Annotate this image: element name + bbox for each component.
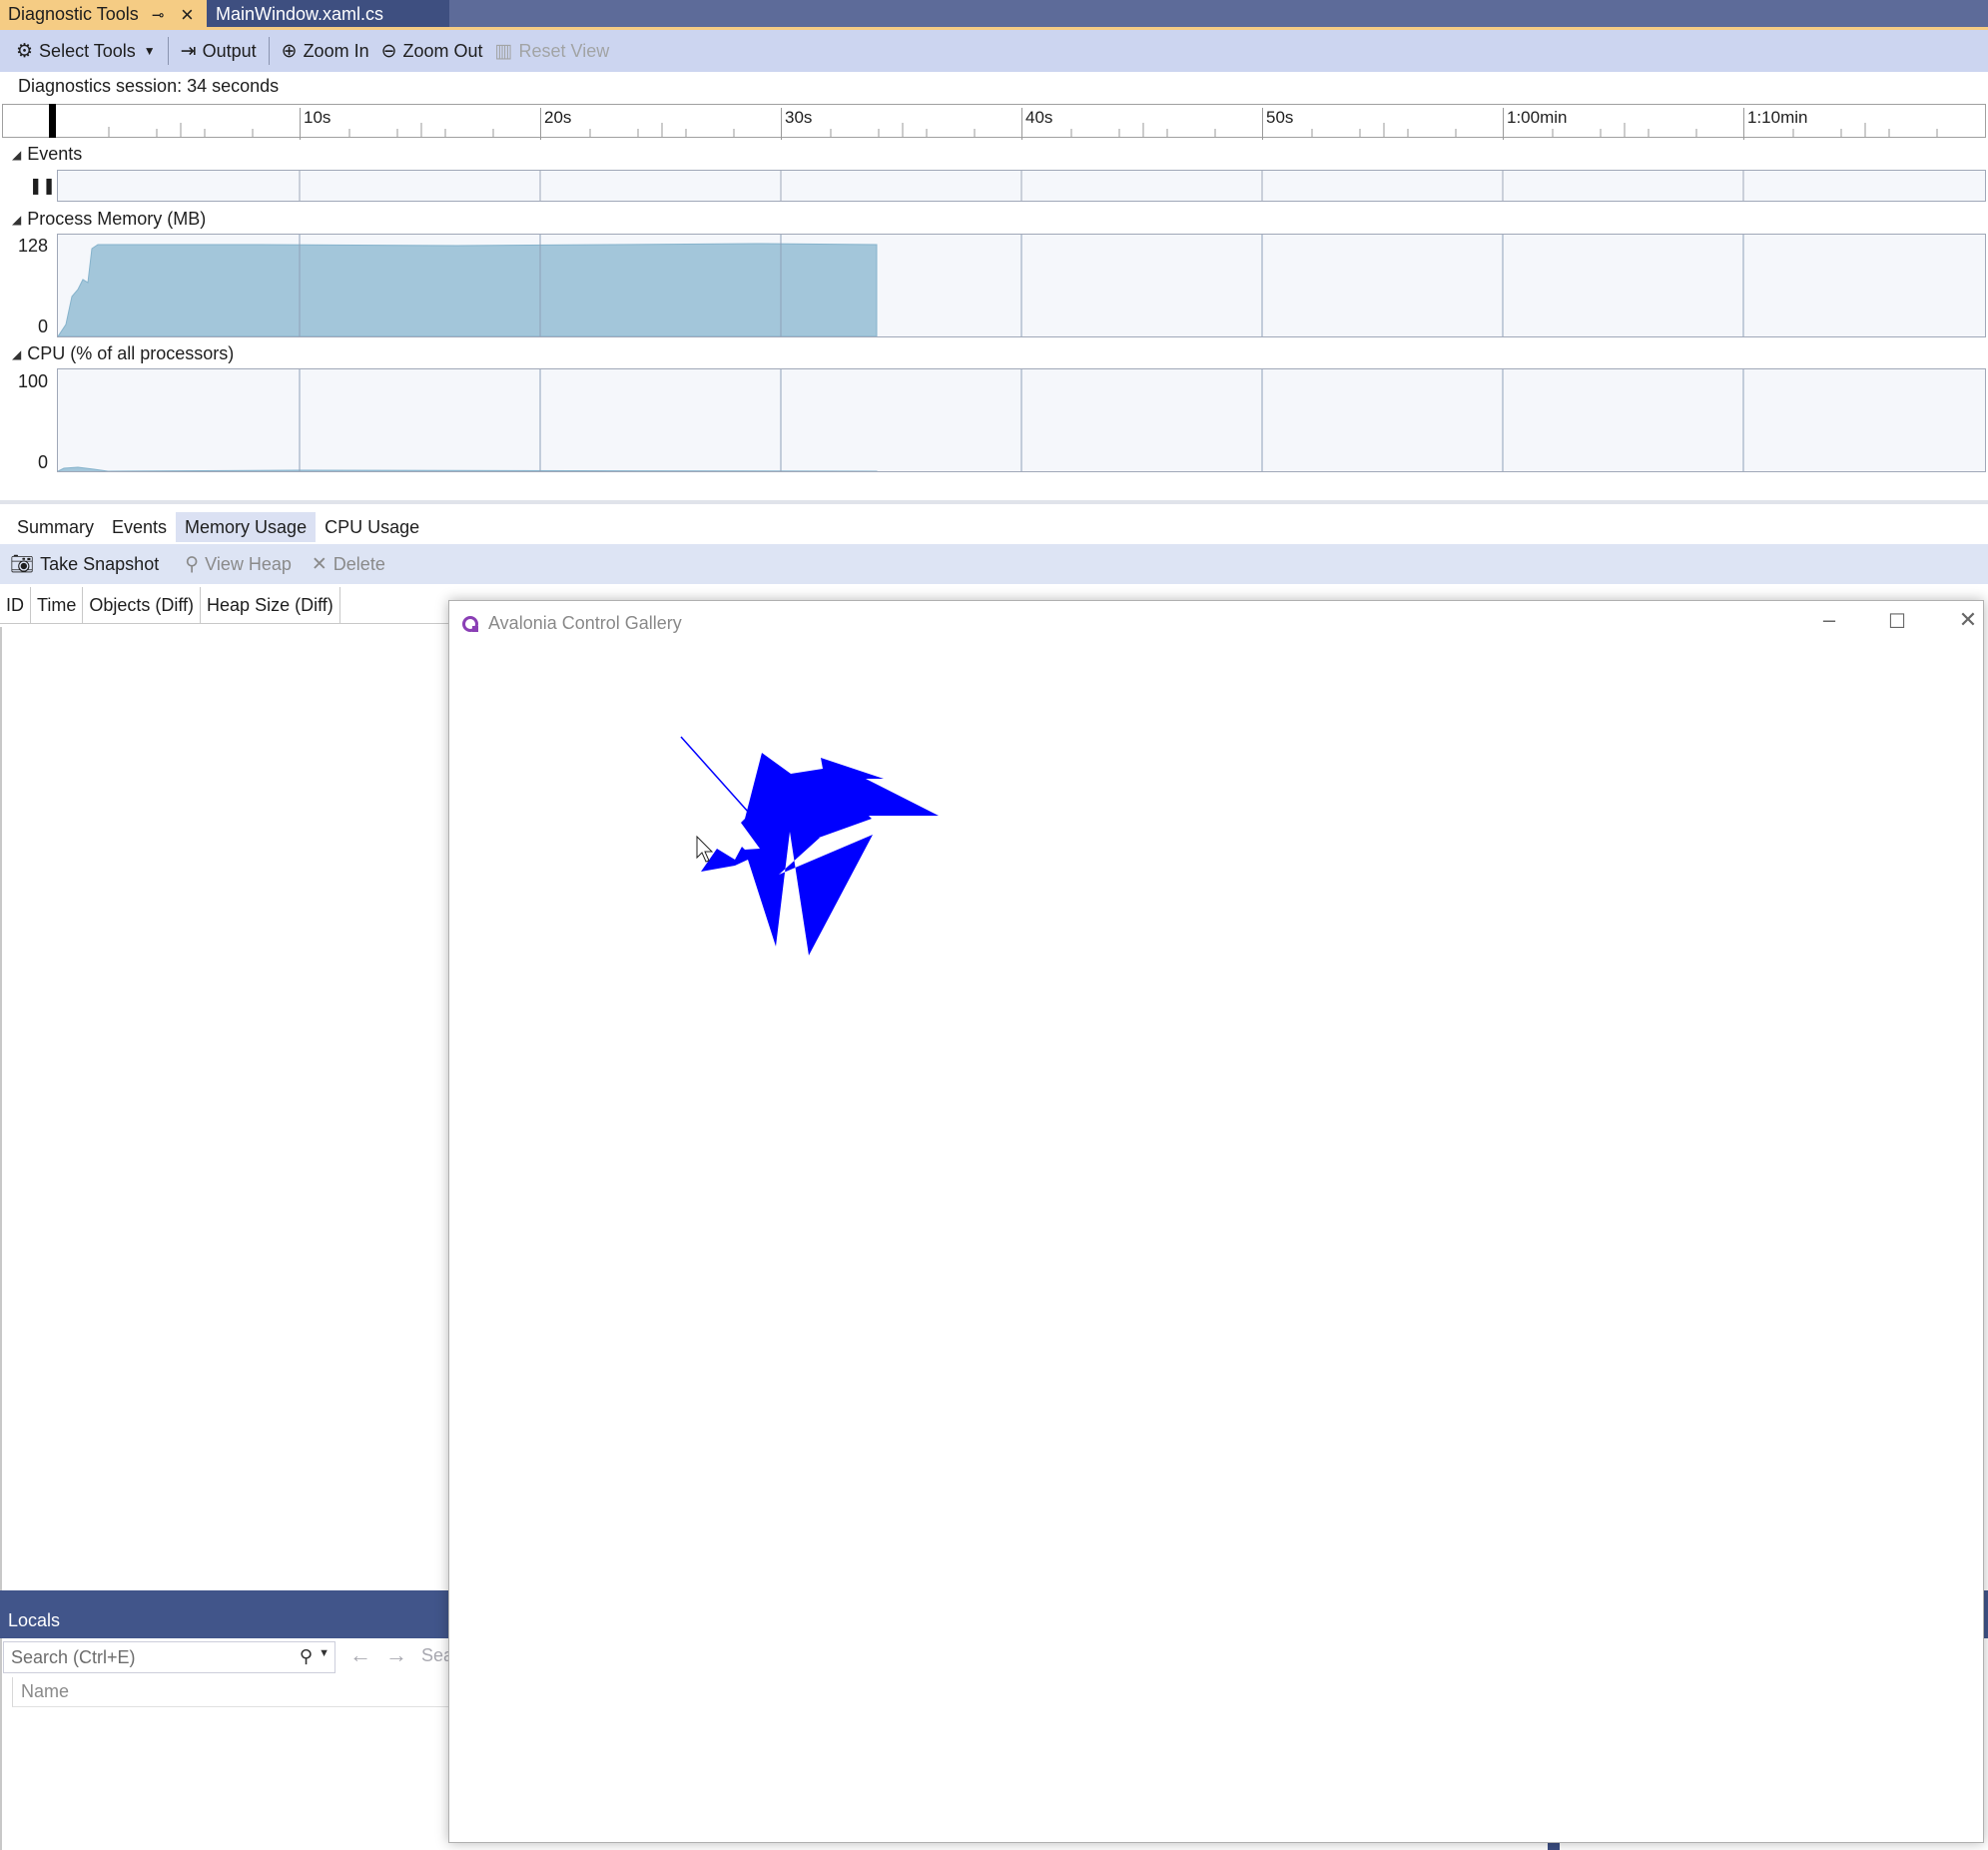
memory-area	[58, 243, 878, 336]
gear-icon: ⚙	[16, 40, 34, 62]
events-lane-grid	[299, 171, 1744, 201]
pane-border	[0, 627, 2, 1850]
ruler-minor-ticks	[108, 123, 1938, 137]
forward-arrow-icon[interactable]: →	[385, 1642, 407, 1668]
view-heap-label: View Heap	[205, 553, 292, 574]
memory-y-min: 0	[37, 316, 48, 336]
memory-title: Process Memory (MB)	[27, 209, 207, 229]
chevron-down-icon[interactable]: ▼	[319, 1647, 330, 1659]
zoom-out-label: Zoom Out	[402, 40, 483, 61]
take-snapshot-button[interactable]: 📷︎ Take Snapshot	[10, 548, 165, 580]
reset-view-button[interactable]: ▥ Reset View	[489, 35, 616, 67]
tab-summary[interactable]: Summary	[8, 512, 103, 542]
zoom-out-icon: ⊖	[380, 40, 397, 62]
reset-view-icon: ▥	[494, 40, 513, 62]
bottom-tab-strip: Summary Events Memory Usage CPU Usage	[0, 511, 1988, 543]
events-title: Events	[27, 144, 83, 164]
tab-cpu-usage[interactable]: CPU Usage	[316, 512, 428, 542]
tab-label: MainWindow.xaml.cs	[216, 4, 384, 24]
zoom-out-button[interactable]: ⊖ Zoom Out	[375, 35, 489, 67]
zoom-in-icon: ⊕	[281, 40, 298, 62]
scrollbar-fragment[interactable]	[1548, 1843, 1560, 1850]
cpu-y-min: 0	[37, 452, 48, 472]
tab-mainwindow-xaml-cs[interactable]: MainWindow.xaml.cs	[207, 0, 449, 29]
pin-icon[interactable]: ⊸	[152, 6, 165, 24]
memory-y-max: 128	[17, 236, 48, 256]
take-snapshot-label: Take Snapshot	[40, 553, 160, 574]
toolbar-separator	[268, 37, 270, 65]
select-tools-button[interactable]: ⚙ Select Tools ▼	[10, 35, 162, 67]
cpu-chart-svg	[58, 369, 1744, 471]
tab-diagnostic-tools[interactable]: Diagnostic Tools ⊸ ×	[0, 0, 207, 29]
tab-label: Summary	[17, 516, 95, 537]
search-placeholder: Search (Ctrl+E)	[11, 1646, 136, 1667]
drawn-line	[680, 736, 750, 814]
splitter[interactable]	[0, 500, 1988, 504]
cpu-area	[58, 466, 878, 471]
locals-search-nav: ← → Sear	[349, 1642, 459, 1668]
ruler-current-position[interactable]	[49, 104, 56, 138]
close-icon[interactable]: ×	[181, 2, 194, 28]
view-heap-button[interactable]: ⚲ View Heap	[179, 548, 298, 580]
cpu-chart[interactable]	[57, 368, 1986, 472]
memory-toolbar: 📷︎ Take Snapshot ⚲ View Heap ✕ Delete	[0, 544, 1988, 584]
collapse-triangle-icon[interactable]: ◢	[12, 213, 21, 227]
drawing-canvas[interactable]	[449, 601, 1983, 1842]
locals-title-bar[interactable]: Locals	[0, 1602, 459, 1638]
cpu-y-max: 100	[17, 371, 48, 391]
tab-label: Memory Usage	[185, 516, 308, 537]
column-header-id[interactable]: ID	[0, 587, 31, 624]
output-button[interactable]: ⇥ Output	[175, 35, 263, 67]
column-label: Heap Size (Diff)	[207, 595, 333, 615]
delete-button[interactable]: ✕ Delete	[306, 548, 391, 580]
memory-chart[interactable]	[57, 234, 1986, 337]
column-label: ID	[6, 595, 24, 615]
tab-label: CPU Usage	[325, 516, 420, 537]
cpu-section-header[interactable]: ◢ CPU (% of all processors)	[12, 343, 234, 364]
select-tools-label: Select Tools	[39, 40, 136, 61]
diagnostic-toolbar: ⚙ Select Tools ▼ ⇥ Output ⊕ Zoom In ⊖ Zo…	[0, 30, 1988, 72]
back-arrow-icon[interactable]: ←	[349, 1642, 371, 1668]
locals-divider	[0, 1590, 459, 1602]
collapse-triangle-icon[interactable]: ◢	[12, 347, 21, 361]
tab-memory-usage[interactable]: Memory Usage	[176, 512, 317, 542]
memory-chart-svg	[58, 235, 1744, 336]
collapse-triangle-icon[interactable]: ◢	[12, 148, 21, 162]
pause-icon[interactable]: ❚❚	[29, 176, 56, 196]
cursor-icon	[696, 835, 714, 863]
locals-name-column-header[interactable]: Name	[12, 1677, 459, 1707]
cpu-title: CPU (% of all processors)	[27, 343, 235, 363]
tab-label: Events	[112, 516, 168, 537]
time-ruler[interactable]: 10s 20s 30s 40s 50s 1:00min 1:10min	[2, 104, 1986, 140]
events-section-header[interactable]: ◢ Events	[12, 144, 82, 165]
delete-label: Delete	[332, 553, 385, 574]
avalonia-window[interactable]: Avalonia Control Gallery – ☐ ✕	[448, 600, 1984, 1843]
tab-events[interactable]: Events	[103, 512, 176, 542]
output-label: Output	[202, 40, 257, 61]
snapshot-grid-header: ID Time Objects (Diff) Heap Size (Diff)	[0, 587, 459, 624]
events-lane[interactable]	[57, 170, 1986, 202]
memory-section-header[interactable]: ◢ Process Memory (MB)	[12, 209, 206, 230]
column-header-time[interactable]: Time	[31, 587, 84, 624]
locals-search-input[interactable]: Search (Ctrl+E) ⚲ ▼	[3, 1641, 335, 1673]
toolbar-separator	[167, 37, 169, 65]
column-label: Name	[21, 1681, 70, 1701]
search-icon[interactable]: ⚲	[300, 1646, 313, 1667]
delete-icon: ✕	[311, 553, 328, 575]
camera-icon: 📷︎	[10, 554, 35, 575]
column-label: Objects (Diff)	[89, 595, 195, 615]
zoom-in-button[interactable]: ⊕ Zoom In	[276, 35, 375, 67]
session-label: Diagnostics session: 34 seconds	[18, 76, 280, 96]
search-icon: ⚲	[185, 553, 200, 575]
column-header-heap-size[interactable]: Heap Size (Diff)	[201, 587, 340, 624]
tab-label: Diagnostic Tools	[8, 4, 139, 24]
zoom-in-label: Zoom In	[303, 40, 369, 61]
reset-view-label: Reset View	[518, 40, 610, 61]
output-icon: ⇥	[180, 40, 197, 62]
column-header-objects[interactable]: Objects (Diff)	[83, 587, 202, 624]
column-label: Time	[37, 595, 77, 615]
chevron-down-icon: ▼	[143, 44, 156, 58]
locals-title: Locals	[8, 1609, 61, 1630]
drawn-shape	[701, 753, 939, 955]
